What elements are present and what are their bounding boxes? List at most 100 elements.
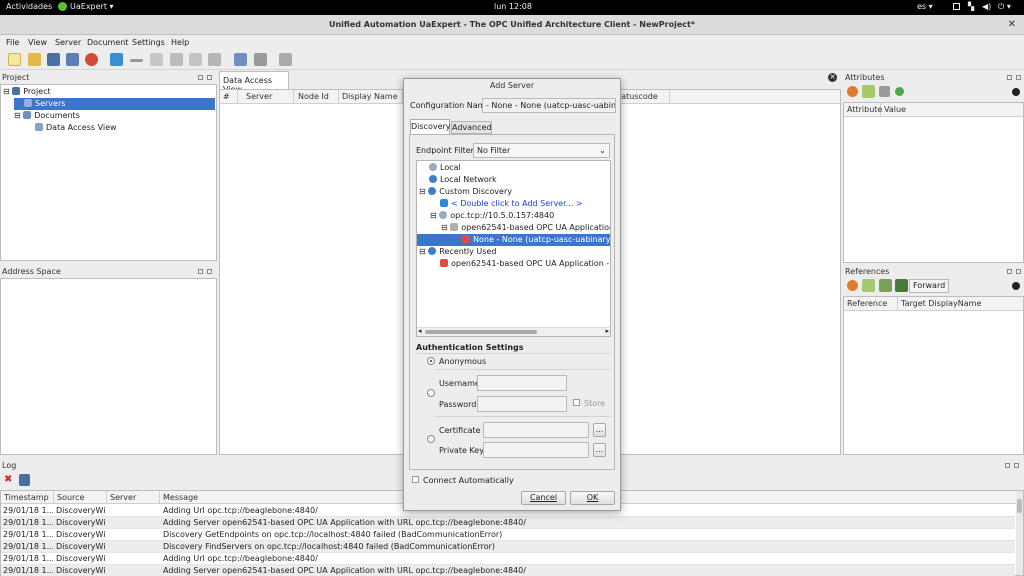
close-pane-icon[interactable]: [207, 269, 212, 274]
scrollbar-thumb[interactable]: [425, 330, 537, 334]
column-timestamp[interactable]: Timestamp: [1, 491, 54, 504]
column-server[interactable]: Server: [107, 491, 160, 504]
refresh-icon[interactable]: [847, 280, 858, 291]
close-pane-icon[interactable]: [1016, 75, 1021, 80]
close-pane-icon[interactable]: [1014, 463, 1019, 468]
browse-private-key-button[interactable]: ...: [593, 443, 606, 457]
column-reference[interactable]: Reference: [844, 297, 898, 310]
tree-item-endpoint[interactable]: None - None (uatcp-uasc-uabinary): [417, 234, 610, 246]
refresh-icon[interactable]: [847, 86, 858, 97]
certificate-input[interactable]: [483, 422, 589, 438]
column-attribute[interactable]: Attribute: [844, 103, 882, 116]
activities-button[interactable]: Actividades: [6, 2, 52, 11]
filter-icon[interactable]: [862, 279, 875, 292]
tree-horizontal-scrollbar[interactable]: ◂ ▸: [417, 327, 610, 336]
tree-item-custom-discovery[interactable]: ⊟ Custom Discovery: [419, 186, 512, 198]
menu-server[interactable]: Server: [55, 38, 81, 47]
endpoint-filter-select[interactable]: No Filter ⌄: [473, 143, 610, 158]
address-space-tree[interactable]: [0, 278, 217, 455]
close-pane-icon[interactable]: [207, 75, 212, 80]
exit-icon[interactable]: [85, 53, 98, 66]
app-menu-button[interactable]: UaExpert ▾: [70, 2, 114, 11]
menu-view[interactable]: View: [28, 38, 47, 47]
close-tab-icon[interactable]: ✕: [828, 73, 837, 82]
tree-item-servers[interactable]: Servers: [14, 98, 215, 110]
add-document-icon[interactable]: [234, 53, 247, 66]
menu-document[interactable]: Document: [87, 38, 128, 47]
float-pane-icon[interactable]: [1007, 75, 1012, 80]
log-row[interactable]: 29/01/18 1...DiscoveryWi... Adding Server…: [1, 565, 1015, 576]
tree-item-local[interactable]: Local: [429, 162, 461, 174]
save-log-icon[interactable]: [19, 474, 30, 486]
hierarchy-icon[interactable]: [879, 279, 892, 292]
user-icon[interactable]: [208, 53, 221, 66]
network-icon[interactable]: ▚: [968, 2, 974, 11]
tab-discovery[interactable]: Discovery: [410, 119, 451, 134]
filter-icon[interactable]: [862, 85, 875, 98]
tree-item-server-app[interactable]: ⊟ open62541-based OPC UA Application (op: [441, 222, 610, 234]
tree-item-recent-app[interactable]: open62541-based OPC UA Application - Non…: [440, 258, 610, 270]
direction-select[interactable]: Forward ▾: [909, 279, 949, 293]
expand-icon[interactable]: [1012, 282, 1020, 290]
remove-server-icon[interactable]: [130, 59, 143, 62]
add-icon[interactable]: [895, 87, 904, 96]
cursor-icon[interactable]: [879, 86, 890, 97]
float-pane-icon[interactable]: [198, 75, 203, 80]
erase-icon[interactable]: [279, 53, 292, 66]
log-row[interactable]: 29/01/18 1...DiscoveryWi... Discovery Get…: [1, 529, 1015, 541]
save-project-icon[interactable]: [47, 53, 60, 66]
language-indicator[interactable]: es ▾: [917, 2, 933, 11]
browse-icon[interactable]: [895, 279, 908, 292]
certificate-radio[interactable]: [427, 435, 435, 443]
tree-item-data-access-view[interactable]: Data Access View: [35, 122, 215, 134]
password-input[interactable]: [477, 396, 567, 412]
log-row[interactable]: 29/01/18 1...DiscoveryWi... Adding Server…: [1, 517, 1015, 529]
close-window-icon[interactable]: ✕: [1008, 15, 1016, 35]
tree-item-recently-used[interactable]: ⊟ Recently Used: [419, 246, 496, 258]
cancel-button[interactable]: Cancel: [521, 491, 566, 505]
power-icon[interactable]: ⏻ ▾: [998, 2, 1011, 12]
remove-document-icon[interactable]: [254, 53, 267, 66]
disconnect-icon[interactable]: [170, 53, 183, 66]
tree-item-add-server[interactable]: < Double click to Add Server... >: [440, 198, 583, 210]
tab-advanced[interactable]: Advanced: [451, 121, 492, 134]
username-password-radio[interactable]: [427, 389, 435, 397]
volume-icon[interactable]: ◀): [982, 2, 991, 11]
scroll-right-icon[interactable]: ▸: [605, 327, 609, 335]
tab-data-access-view[interactable]: Data Access View: [219, 71, 289, 94]
log-scrollbar[interactable]: [1016, 491, 1023, 575]
window-icon[interactable]: [953, 3, 960, 10]
float-pane-icon[interactable]: [1005, 463, 1010, 468]
column-source[interactable]: Source: [54, 491, 107, 504]
menu-settings[interactable]: Settings: [132, 38, 165, 47]
open-project-icon[interactable]: [28, 53, 41, 66]
log-row[interactable]: 29/01/18 1...DiscoveryWi... Discovery Fin…: [1, 541, 1015, 553]
reconnect-icon[interactable]: [150, 53, 163, 66]
column-index[interactable]: #: [220, 90, 238, 103]
browse-certificate-button[interactable]: ...: [593, 423, 606, 437]
username-input[interactable]: [477, 375, 567, 391]
expand-icon[interactable]: [1012, 88, 1020, 96]
column-display-name[interactable]: Display Name: [339, 90, 403, 103]
log-row[interactable]: 29/01/18 1...DiscoveryWi... Adding Url op…: [1, 553, 1015, 565]
tree-item-project[interactable]: ⊟ Project: [3, 86, 215, 98]
column-server[interactable]: Server: [238, 90, 294, 103]
scroll-left-icon[interactable]: ◂: [418, 327, 422, 335]
store-checkbox[interactable]: [573, 399, 580, 406]
menu-help[interactable]: Help: [171, 38, 189, 47]
clock[interactable]: lun 12:08: [494, 2, 532, 11]
private-key-input[interactable]: [483, 442, 589, 458]
clear-log-icon[interactable]: ✖: [4, 475, 14, 485]
connect-automatically-checkbox[interactable]: [412, 476, 419, 483]
add-server-icon[interactable]: [110, 53, 123, 66]
close-pane-icon[interactable]: [1016, 269, 1021, 274]
save-as-icon[interactable]: [66, 53, 79, 66]
column-target-display-name[interactable]: Target DisplayName: [898, 297, 1023, 310]
tree-item-url[interactable]: ⊟ opc.tcp://10.5.0.157:4840: [430, 210, 554, 222]
new-project-icon[interactable]: [8, 53, 21, 66]
connect-icon[interactable]: [189, 53, 202, 66]
column-node-id[interactable]: Node Id: [294, 90, 339, 103]
float-pane-icon[interactable]: [198, 269, 203, 274]
ok-button[interactable]: OK: [570, 491, 615, 505]
menu-file[interactable]: File: [6, 38, 19, 47]
